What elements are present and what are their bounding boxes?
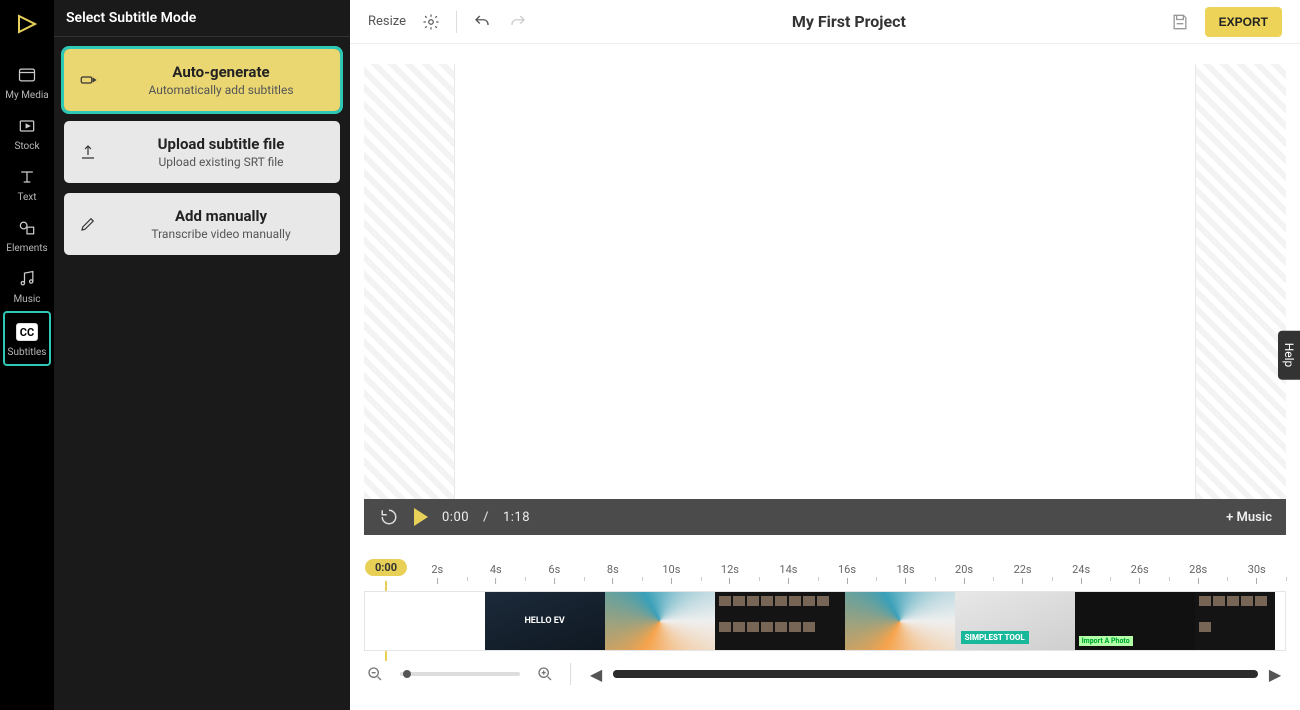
divider — [570, 663, 571, 685]
export-button[interactable]: EXPORT — [1205, 7, 1282, 37]
rail-label: Subtitles — [8, 347, 47, 358]
clip-thumb[interactable] — [1195, 592, 1275, 650]
ruler-tick: 14s — [779, 563, 797, 584]
restart-icon[interactable] — [378, 506, 400, 528]
time-sep: / — [483, 510, 489, 525]
ruler-tick: 2s — [431, 563, 443, 584]
card-title: Add manually — [114, 207, 328, 225]
rail-my-media[interactable]: My Media — [3, 56, 51, 107]
main-area: Resize My First Project EXPORT 0:00 / 1:… — [350, 0, 1300, 710]
rail-subtitles[interactable]: CC Subtitles — [3, 311, 51, 366]
stock-icon — [16, 115, 38, 137]
project-title[interactable]: My First Project — [543, 12, 1155, 31]
card-title: Upload subtitle file — [114, 135, 328, 153]
ruler-tick: 30s — [1248, 563, 1266, 584]
clip-thumb[interactable]: SIMPLEST TOOL — [955, 592, 1075, 650]
zoom-in-icon[interactable] — [534, 663, 556, 685]
ruler-tick: 12s — [721, 563, 739, 584]
help-tab[interactable]: Help — [1278, 331, 1300, 380]
time-total: 1:18 — [503, 510, 530, 525]
cc-icon: CC — [16, 321, 38, 343]
ruler-tick: 8s — [607, 563, 619, 584]
rail-label: Text — [17, 192, 36, 203]
card-add-manually[interactable]: Add manually Transcribe video manually — [64, 193, 340, 255]
ruler-tick: 26s — [1131, 563, 1149, 584]
playbar: 0:00 / 1:18 + Music — [364, 499, 1286, 535]
scroll-left-icon[interactable]: ◀ — [585, 663, 607, 685]
timeline-controls: ◀ ▶ — [364, 663, 1286, 685]
scroll-right-icon[interactable]: ▶ — [1264, 663, 1286, 685]
ruler-tick: 6s — [548, 563, 560, 584]
auto-generate-icon — [78, 70, 98, 90]
rail-stock[interactable]: Stock — [3, 107, 51, 158]
card-auto-generate[interactable]: Auto-generate Automatically add subtitle… — [64, 49, 340, 111]
timeline: 0:00 2s 4s 6s 8s 10s 12s 14s 16s 18s 20s 22s 24s 26s… — [350, 535, 1300, 710]
clip-thumb[interactable]: HELLO EV — [485, 592, 605, 650]
stage-letterbox-right — [1196, 64, 1286, 499]
playhead-label[interactable]: 0:00 — [365, 559, 407, 576]
ruler-tick: 10s — [662, 563, 680, 584]
ruler-tick: 18s — [897, 563, 915, 584]
video-track[interactable]: HELLO EV SIMPLEST TOOL Import A Photo — [364, 591, 1286, 651]
ruler-tick: 16s — [838, 563, 856, 584]
ruler-tick: 22s — [1014, 563, 1032, 584]
pencil-icon — [78, 214, 98, 234]
timeline-scrollbar[interactable] — [613, 670, 1258, 678]
panel-title: Select Subtitle Mode — [54, 0, 350, 37]
zoom-slider[interactable] — [400, 672, 520, 676]
rail-label: My Media — [5, 90, 49, 101]
clip-thumb[interactable] — [605, 592, 715, 650]
card-sub: Upload existing SRT file — [114, 155, 328, 169]
media-icon — [16, 64, 38, 86]
resize-button[interactable]: Resize — [368, 14, 406, 29]
clip-thumb[interactable] — [715, 592, 845, 650]
rail-music[interactable]: Music — [3, 260, 51, 311]
rail-label: Music — [13, 294, 40, 305]
clip-thumb[interactable]: Import A Photo — [1075, 592, 1195, 650]
save-icon[interactable] — [1169, 11, 1191, 33]
video-canvas[interactable] — [454, 64, 1196, 499]
time-current: 0:00 — [442, 510, 469, 525]
rail-label: Stock — [14, 141, 39, 152]
elements-icon — [16, 217, 38, 239]
app-logo-icon — [13, 10, 41, 38]
card-upload-subtitle[interactable]: Upload subtitle file Upload existing SRT… — [64, 121, 340, 183]
rail-elements[interactable]: Elements — [3, 209, 51, 260]
music-icon — [16, 268, 38, 290]
card-sub: Automatically add subtitles — [114, 83, 328, 97]
stage-letterbox-left — [364, 64, 454, 499]
clip-thumb[interactable] — [845, 592, 955, 650]
text-icon — [16, 166, 38, 188]
card-title: Auto-generate — [114, 63, 328, 81]
ruler-tick: 4s — [490, 563, 502, 584]
add-music-button[interactable]: + Music — [1226, 510, 1272, 525]
rail-label: Elements — [6, 243, 47, 254]
upload-icon — [78, 142, 98, 162]
subtitle-panel: Select Subtitle Mode Auto-generate Autom… — [54, 0, 350, 710]
zoom-out-icon[interactable] — [364, 663, 386, 685]
divider — [456, 11, 457, 33]
stage — [364, 64, 1286, 499]
undo-icon[interactable] — [471, 11, 493, 33]
play-button[interactable] — [414, 508, 428, 526]
card-sub: Transcribe video manually — [114, 227, 328, 241]
settings-icon[interactable] — [420, 11, 442, 33]
rail-text[interactable]: Text — [3, 158, 51, 209]
ruler-tick: 20s — [955, 563, 973, 584]
ruler-tick: 28s — [1189, 563, 1207, 584]
topbar: Resize My First Project EXPORT — [350, 0, 1300, 44]
tool-rail: My Media Stock Text Elements Music CC Su… — [0, 0, 54, 710]
redo-icon — [507, 11, 529, 33]
timeline-ruler[interactable]: 0:00 2s4s6s8s10s12s14s16s18s20s22s24s26s… — [364, 563, 1286, 587]
ruler-tick: 24s — [1072, 563, 1090, 584]
